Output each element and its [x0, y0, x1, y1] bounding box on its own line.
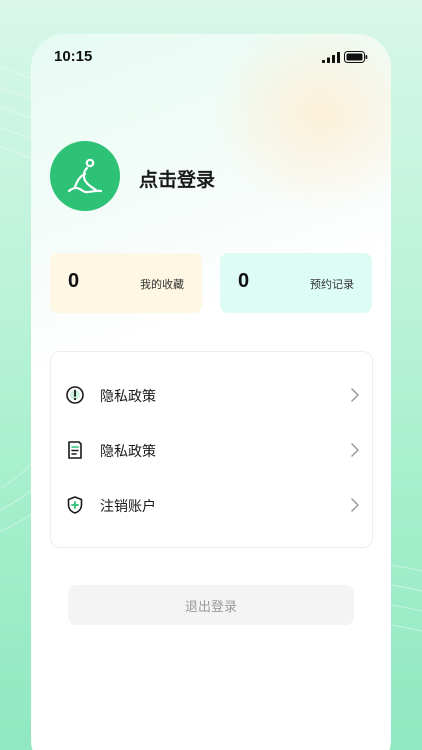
logo-icon: [67, 158, 103, 194]
menu-item-label: 隐私政策: [100, 389, 156, 405]
booking-count: 0: [238, 270, 250, 292]
logout-button[interactable]: 退出登录: [68, 585, 354, 625]
profile-header[interactable]: 点击登录: [50, 141, 370, 213]
info-circle-icon: [66, 386, 84, 404]
avatar[interactable]: [50, 141, 120, 211]
menu-item-label: 注销账户: [100, 499, 156, 515]
menu-item-delete-account[interactable]: 注销账户: [51, 485, 372, 525]
menu-item-label: 隐私政策: [100, 444, 156, 460]
favorites-label: 我的收藏: [140, 278, 184, 291]
menu-item-privacy-policy-2[interactable]: 隐私政策: [51, 430, 372, 470]
login-prompt[interactable]: 点击登录: [139, 165, 215, 192]
chevron-right-icon: [351, 443, 359, 457]
booking-records-card[interactable]: 0 预约记录: [220, 253, 372, 313]
status-bar: 10:15: [31, 34, 391, 80]
favorites-card[interactable]: 0 我的收藏: [50, 253, 202, 313]
menu-item-privacy-policy[interactable]: 隐私政策: [51, 375, 372, 415]
chevron-right-icon: [351, 388, 359, 402]
chevron-right-icon: [351, 498, 359, 512]
status-time: 10:15: [54, 48, 93, 65]
battery-icon: [344, 51, 368, 63]
menu-card: 隐私政策 隐私政策 注销账户: [50, 351, 373, 548]
favorites-count: 0: [68, 270, 80, 292]
shield-plus-icon: [67, 496, 83, 514]
booking-label: 预约记录: [310, 278, 354, 291]
document-icon: [68, 441, 82, 459]
signal-icon: [322, 52, 340, 63]
